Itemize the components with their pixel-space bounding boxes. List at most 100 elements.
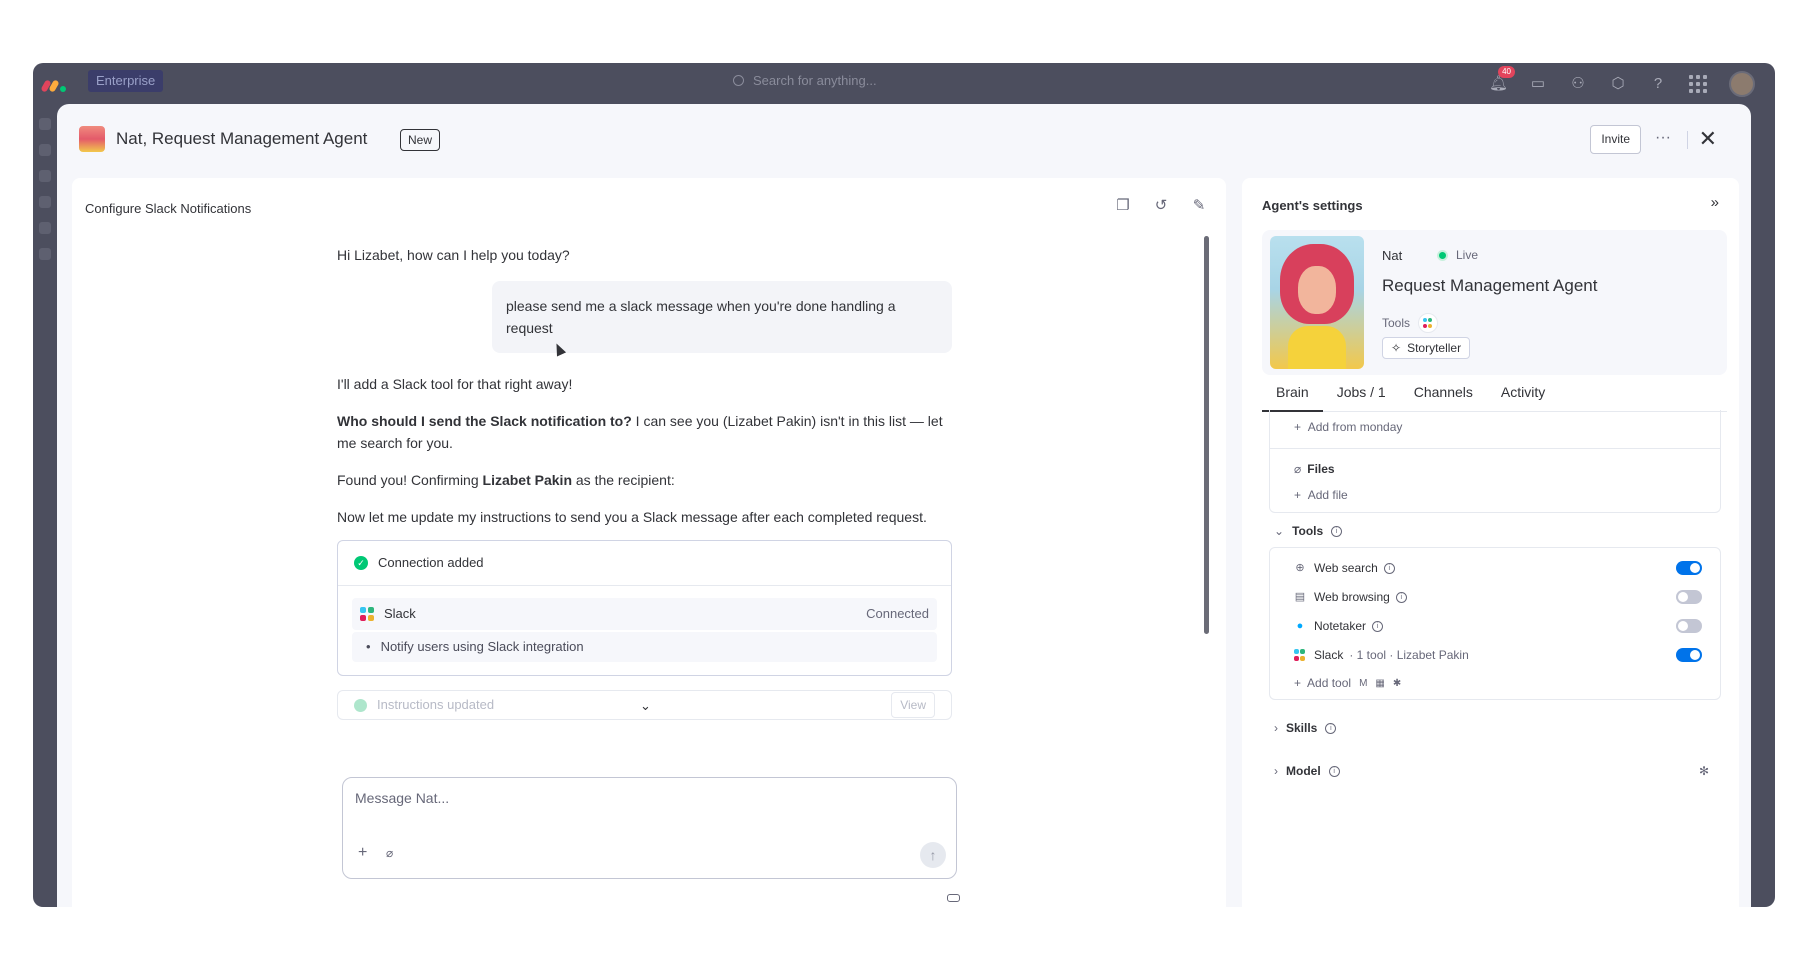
add-file-button[interactable]: + Add file — [1294, 488, 1348, 502]
modal-header: Nat, Request Management Agent New Invite… — [57, 104, 1751, 178]
agent-avatar-icon — [79, 126, 105, 152]
agent-status-label: Live — [1456, 248, 1479, 262]
integrations-icon: ✱ — [1392, 677, 1402, 689]
web-browsing-toggle[interactable] — [1676, 590, 1702, 604]
tools-label: Tools — [1382, 316, 1411, 330]
sidebar-work-icon[interactable] — [39, 144, 51, 156]
knowledge-box: + Add from monday ⌀ Files + Add file — [1269, 410, 1721, 513]
live-status-icon — [1437, 249, 1448, 261]
add-tool-button[interactable]: + Add tool M ▦ ✱ — [1294, 673, 1702, 693]
invite-button[interactable]: Invite — [1590, 125, 1641, 154]
sparkle-icon: ✧ — [1391, 341, 1402, 355]
tool-name: Web search — [1314, 561, 1378, 575]
info-icon[interactable]: i — [1331, 525, 1343, 537]
history-icon[interactable]: ↺ — [1152, 196, 1170, 214]
global-search-input[interactable]: Search for anything... — [723, 68, 1123, 94]
slack-connection-row[interactable]: Slack Connected — [352, 598, 937, 630]
tab-activity[interactable]: Activity — [1487, 374, 1559, 412]
sidebar-agents-icon[interactable] — [39, 170, 51, 182]
tab-brain[interactable]: Brain — [1262, 374, 1323, 412]
sidebar-favorites-icon[interactable] — [39, 248, 51, 260]
tab-channels[interactable]: Channels — [1400, 374, 1487, 412]
connection-card-body: Slack Connected • Notify users using Sla… — [338, 586, 951, 675]
chevron-right-icon: › — [1274, 721, 1278, 735]
settings-title: Agent's settings — [1262, 198, 1363, 213]
slack-app-name: Slack — [384, 606, 416, 621]
sidebar-notetaker-icon[interactable] — [39, 222, 51, 234]
tools-section-title: Tools — [1292, 524, 1324, 538]
notetaker-toggle[interactable] — [1676, 619, 1702, 633]
check-circle-icon: ✓ — [354, 556, 368, 570]
invite-members-icon[interactable]: ⚇ — [1569, 75, 1587, 93]
tab-jobs[interactable]: Jobs / 1 — [1323, 374, 1400, 412]
sidebar-vibe-icon[interactable] — [39, 196, 51, 208]
add-from-monday-label: Add from monday — [1307, 420, 1403, 434]
model-provider-icon: ✻ — [1698, 764, 1709, 778]
recipient-name: Lizabet Pakin — [482, 472, 572, 488]
info-icon[interactable]: i — [1395, 591, 1407, 603]
message-input-placeholder: Message Nat... — [355, 790, 450, 806]
send-button[interactable]: ↑ — [920, 842, 946, 868]
keyboard-icon[interactable] — [947, 894, 960, 902]
info-icon[interactable]: i — [1325, 722, 1337, 734]
collapse-panel-icon[interactable]: » — [1711, 194, 1719, 211]
agent-message-4: Now let me update my instructions to sen… — [337, 509, 927, 525]
sidebar-home-icon[interactable] — [39, 118, 51, 130]
info-icon[interactable]: i — [1383, 562, 1395, 574]
tool-row-web-browsing: ▤ Web browsing i — [1294, 587, 1702, 607]
app-grid-icon[interactable] — [1689, 75, 1707, 93]
monday-logo-icon[interactable] — [40, 74, 67, 93]
info-icon[interactable]: i — [1372, 620, 1384, 632]
inbox-icon[interactable]: ▭ — [1529, 75, 1547, 93]
model-section-header[interactable]: › Model i — [1274, 764, 1340, 778]
instructions-updated-card[interactable]: Instructions updated ⌄ View — [337, 690, 952, 720]
chevron-down-icon: ⌄ — [1274, 524, 1285, 538]
connection-card-header: ✓ Connection added — [338, 541, 951, 586]
chat-scrollbar[interactable] — [1204, 236, 1209, 634]
agent-tools: Tools — [1382, 313, 1439, 333]
agent-message-1: I'll add a Slack tool for that right awa… — [337, 376, 573, 392]
close-icon[interactable]: ✕ — [1699, 126, 1717, 152]
bell-icon[interactable]: 🔔︎ 40 — [1489, 66, 1515, 93]
info-icon[interactable]: i — [1328, 765, 1340, 777]
tool-row-slack: Slack · 1 tool · Lizabet Pakin — [1294, 645, 1702, 665]
attach-icon[interactable]: ⌀ — [386, 846, 393, 860]
agent-message-greeting: Hi Lizabet, how can I help you today? — [337, 247, 570, 263]
user-avatar[interactable] — [1729, 71, 1755, 97]
more-options-icon[interactable]: ··· — [1655, 129, 1671, 147]
calendar-icon: ▦ — [1375, 677, 1385, 689]
chevron-right-icon: › — [1274, 764, 1278, 778]
tools-section-header[interactable]: ⌄ Tools i — [1274, 524, 1343, 538]
message-list: Hi Lizabet, how can I help you today? pl… — [337, 244, 952, 720]
search-placeholder: Search for anything... — [753, 73, 877, 88]
new-chat-icon[interactable]: ✎ — [1190, 196, 1208, 214]
apps-icon[interactable]: ⬡ — [1609, 75, 1627, 93]
copy-icon[interactable]: ❐ — [1114, 196, 1132, 214]
slack-toggle[interactable] — [1676, 648, 1702, 662]
notetaker-icon: ● — [1296, 620, 1304, 632]
chevron-down-icon[interactable]: ⌄ — [640, 695, 651, 717]
slack-tool-icon[interactable] — [1418, 313, 1439, 333]
help-icon[interactable]: ? — [1649, 75, 1667, 93]
plus-icon: + — [1294, 676, 1302, 690]
mouse-cursor-icon — [551, 341, 567, 357]
view-instructions-button[interactable]: View — [891, 692, 935, 718]
chat-panel: Configure Slack Notifications ❐ ↺ ✎ Hi L… — [72, 178, 1226, 907]
web-search-toggle[interactable] — [1676, 561, 1702, 575]
notification-badge: 40 — [1498, 66, 1515, 78]
add-tool-label: Add tool — [1307, 676, 1352, 690]
files-label: Files — [1307, 462, 1335, 476]
skill-tag[interactable]: ✧ Storyteller — [1382, 337, 1471, 359]
gmail-icon: M — [1359, 677, 1368, 689]
agent-settings-panel: Agent's settings » Nat Live Request Mana… — [1242, 178, 1739, 907]
skill-tag-label: Storyteller — [1407, 341, 1462, 355]
skills-section-header[interactable]: › Skills i — [1274, 721, 1337, 735]
skills-section-title: Skills — [1286, 721, 1318, 735]
plus-icon[interactable]: + — [358, 844, 367, 862]
add-from-monday-button[interactable]: + Add from monday — [1294, 420, 1402, 434]
connection-added-card: ✓ Connection added Slack Connected • Not… — [337, 540, 952, 676]
chat-toolbar: ❐ ↺ ✎ — [1114, 196, 1208, 214]
instructions-card-title: Instructions updated — [377, 697, 495, 712]
add-file-label: Add file — [1307, 488, 1348, 502]
message-input-box[interactable]: Message Nat... + ⌀ ↑ — [342, 777, 957, 879]
